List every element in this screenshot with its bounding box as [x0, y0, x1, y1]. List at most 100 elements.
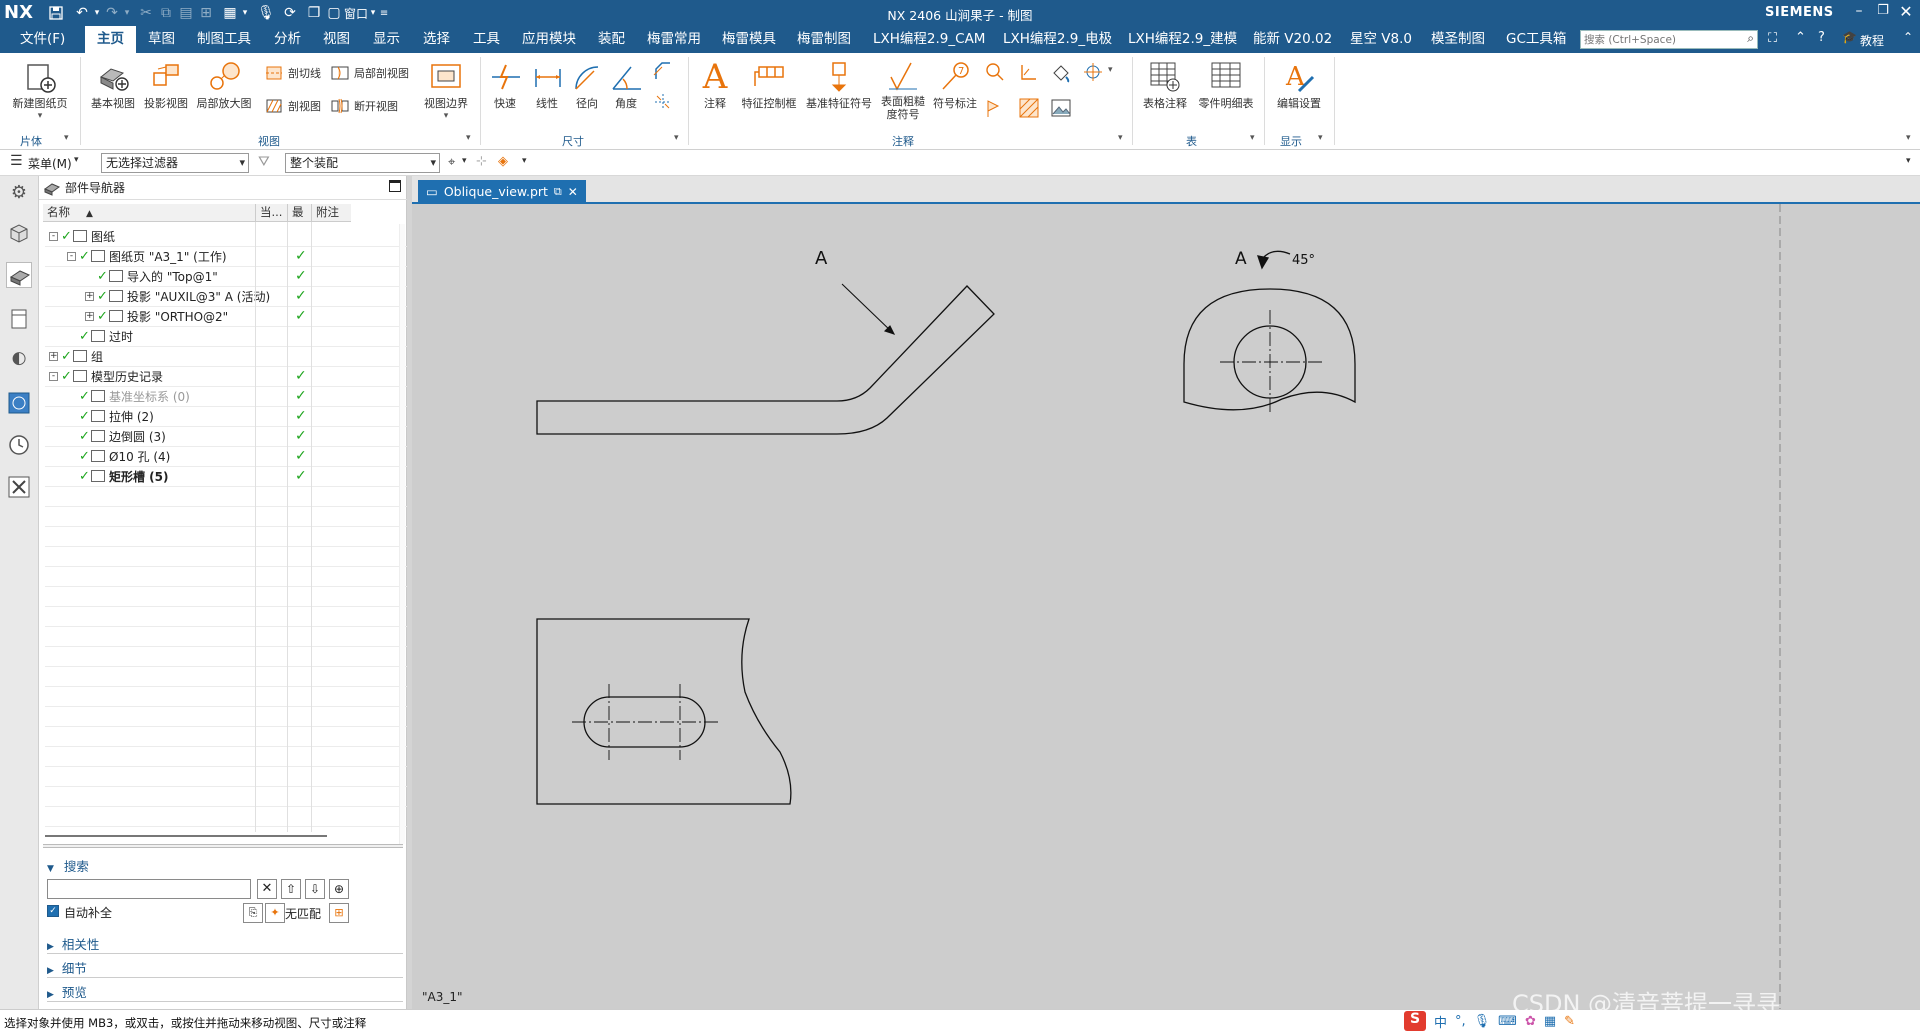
- fullscreen-icon[interactable]: ⛶: [1768, 31, 1777, 46]
- parts-list-button[interactable]: 零件明细表: [1196, 59, 1256, 111]
- hd3d-tools-icon[interactable]: ◐: [6, 348, 32, 374]
- ribbon-options-icon[interactable]: ▾: [1906, 133, 1911, 143]
- view-boundary-button[interactable]: 视图边界 ▾: [418, 59, 474, 121]
- rapid-dimension-button[interactable]: 快速: [488, 59, 522, 111]
- tree-expander-icon[interactable]: -: [49, 371, 58, 381]
- undo-dropdown-icon[interactable]: ▾: [92, 3, 102, 23]
- group-annotation-dropdown-icon[interactable]: ▾: [1118, 133, 1123, 143]
- delete-icon[interactable]: ⊞: [196, 3, 216, 23]
- tree-row[interactable]: - ✓ 图纸页 "A3_1" (工作) ✓: [45, 246, 445, 266]
- menu-tools[interactable]: 工具: [473, 26, 500, 53]
- surface-finish-button[interactable]: 表面粗糙 度符号: [878, 59, 928, 121]
- customize-qat-icon[interactable]: ≡: [378, 3, 390, 23]
- document-tab-close-icon[interactable]: ✕: [568, 180, 578, 204]
- document-tab-float-icon[interactable]: ⧉: [554, 180, 562, 204]
- reuse-library-icon[interactable]: [6, 306, 32, 332]
- search-options-button[interactable]: ✦: [265, 903, 285, 923]
- menu-lxh-modeling[interactable]: LXH编程2.9_建模: [1128, 26, 1237, 53]
- group-view-dropdown-icon[interactable]: ▾: [466, 133, 471, 143]
- selection-scope-dropdown[interactable]: 整个装配: [285, 153, 440, 173]
- settings-gear-icon[interactable]: ⚙: [6, 182, 32, 208]
- tree-expander-icon[interactable]: +: [49, 351, 58, 361]
- window-menu-label[interactable]: 窗口: [344, 3, 368, 23]
- new-sheet-dropdown-icon[interactable]: ▾: [8, 111, 72, 121]
- menu-dropdown-icon[interactable]: ▾: [74, 155, 79, 165]
- menu-drafting-tools[interactable]: 制图工具: [197, 26, 251, 53]
- balloon-icon[interactable]: [984, 61, 1006, 83]
- ime-apps-icon[interactable]: ▦: [1544, 1014, 1556, 1029]
- projected-view-button[interactable]: 投影视图: [140, 59, 192, 111]
- ime-voice-icon[interactable]: 🎙: [1474, 1014, 1491, 1029]
- menu-meilei-common[interactable]: 梅雷常用: [647, 26, 701, 53]
- part-navigator-icon[interactable]: [6, 262, 32, 288]
- assembly-navigator-icon[interactable]: [6, 220, 32, 246]
- tree-row[interactable]: + ✓ 投影 "AUXIL@3" A (活动) ✓: [45, 286, 445, 306]
- center-mark-icon[interactable]: [1082, 61, 1104, 83]
- menu-file[interactable]: 文件(F): [20, 26, 65, 53]
- command-search-input[interactable]: [1581, 31, 1731, 48]
- note-button[interactable]: A 注释: [695, 59, 735, 111]
- tree-row[interactable]: ✓ 边倒圆 (3) ✓: [45, 426, 445, 446]
- fill-icon[interactable]: [1050, 61, 1072, 83]
- section-details[interactable]: ▶ 细节: [47, 958, 403, 978]
- menu-view[interactable]: 视图: [323, 26, 350, 53]
- group-sheet-dropdown-icon[interactable]: ▾: [64, 133, 69, 143]
- tree-row[interactable]: - ✓ 模型历史记录 ✓: [45, 366, 445, 386]
- menu-select[interactable]: 选择: [423, 26, 450, 53]
- menu-mosheng[interactable]: 模圣制图: [1431, 26, 1485, 53]
- tutorial-label[interactable]: 教程: [1860, 32, 1884, 49]
- breakout-section-button[interactable]: 局部剖视图: [330, 63, 409, 83]
- menu-button-label[interactable]: 菜单(M): [28, 155, 72, 172]
- group-display-dropdown-icon[interactable]: ▾: [1318, 133, 1323, 143]
- panel-splitter[interactable]: [43, 844, 403, 848]
- ordinate-dimension-icon[interactable]: [652, 91, 674, 113]
- close-button[interactable]: ✕: [1896, 2, 1916, 22]
- ime-lang-label[interactable]: 中: [1434, 1012, 1447, 1031]
- find-next-button[interactable]: ⇩: [305, 879, 325, 899]
- menu-assembly[interactable]: 装配: [598, 26, 625, 53]
- tutorial-icon[interactable]: 🎓: [1842, 30, 1857, 44]
- selbar-options-icon[interactable]: ▾: [1906, 156, 1911, 166]
- column-header-name[interactable]: 名称 ▲: [43, 204, 255, 222]
- menu-hamburger-icon[interactable]: ☰: [10, 153, 23, 169]
- view-boundary-dropdown-icon[interactable]: ▾: [418, 111, 474, 121]
- ribbon-more-icon[interactable]: ⌃: [1903, 30, 1913, 44]
- history-clock-icon[interactable]: [6, 432, 32, 458]
- menu-xingkong[interactable]: 星空 V8.0: [1350, 26, 1412, 53]
- search-section-header[interactable]: ▼ 搜索: [47, 856, 89, 875]
- auto-complete-checkbox[interactable]: ✓: [47, 905, 59, 917]
- mic-icon[interactable]: 🎙: [256, 3, 276, 23]
- graphics-window[interactable]: ▭ Oblique_view.prt ⧉ ✕ A A 45° "A3_1": [412, 176, 1920, 1009]
- menu-home[interactable]: 主页: [85, 26, 136, 53]
- tree-expander-icon[interactable]: -: [67, 251, 76, 261]
- undo-icon[interactable]: ↶: [72, 3, 92, 23]
- selection-filter-dropdown[interactable]: 无选择过滤器: [101, 153, 249, 173]
- redo-dropdown-icon[interactable]: ▾: [122, 3, 132, 23]
- linear-dimension-button[interactable]: 线性: [530, 59, 564, 111]
- touch-mode-dropdown-icon[interactable]: ▾: [240, 3, 250, 23]
- section-preview[interactable]: ▶ 预览: [47, 982, 403, 1002]
- angular-dimension-button[interactable]: 角度: [609, 59, 643, 111]
- tree-row[interactable]: ✓ Ø10 孔 (4) ✓: [45, 446, 445, 466]
- navigator-maximize-icon[interactable]: [389, 180, 401, 192]
- menu-meilei-drafting[interactable]: 梅雷制图: [797, 26, 851, 53]
- break-view-button[interactable]: 断开视图: [330, 96, 398, 116]
- ime-keyboard-icon[interactable]: ⌨: [1498, 1014, 1517, 1029]
- group-table-dropdown-icon[interactable]: ▾: [1250, 133, 1255, 143]
- redo-icon[interactable]: ↷: [102, 3, 122, 23]
- search-history-button[interactable]: ⎘: [243, 903, 263, 923]
- help-icon[interactable]: ?: [1818, 30, 1825, 45]
- tree-expander-icon[interactable]: +: [85, 291, 94, 301]
- select-point-dropdown-icon[interactable]: ▾: [522, 156, 527, 166]
- detail-view-button[interactable]: 局部放大图: [194, 59, 254, 111]
- window-dropdown-icon[interactable]: ▾: [368, 3, 378, 23]
- symbol-annotation-button[interactable]: 7 符号标注: [932, 59, 978, 111]
- ime-tool-icon[interactable]: ✎: [1564, 1014, 1575, 1029]
- command-search-box[interactable]: ⌕: [1580, 30, 1758, 49]
- chamfer-dimension-icon[interactable]: [652, 61, 674, 83]
- windows-icon[interactable]: ❐: [304, 3, 324, 23]
- base-view-button[interactable]: 基本视图: [88, 59, 138, 111]
- snap-dropdown-icon[interactable]: ▾: [462, 156, 467, 166]
- copy-icon[interactable]: ⧉: [156, 3, 176, 23]
- restore-button[interactable]: ❐: [1873, 3, 1893, 23]
